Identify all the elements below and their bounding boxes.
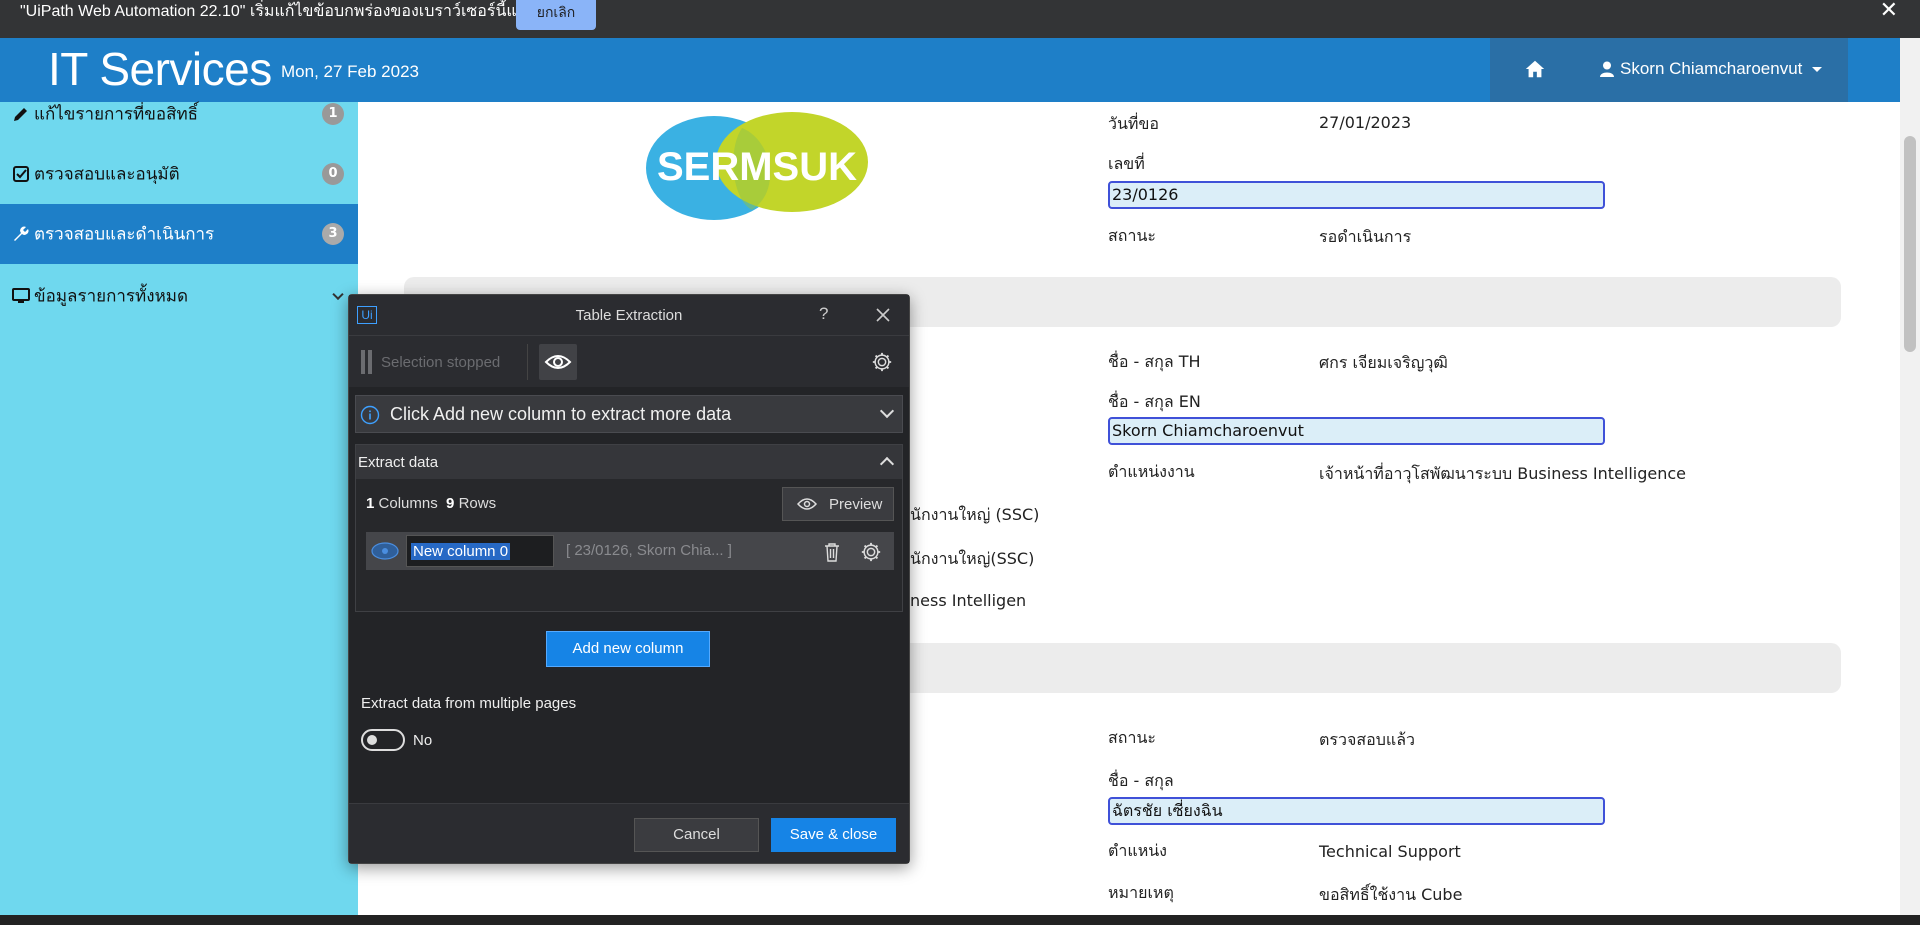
- multi-pages-toggle[interactable]: [361, 729, 405, 751]
- multi-pages-label: Extract data from multiple pages: [361, 695, 577, 712]
- approver-position-label: ตำแหน่ง: [1108, 841, 1167, 860]
- dialog-footer: Cancel Save & close: [349, 803, 909, 863]
- toggle-knob: [367, 735, 377, 745]
- user-menu[interactable]: Skorn Chiamcharoenvut: [1600, 59, 1823, 79]
- name-en-field[interactable]: Skorn Chiamcharoenvut: [1108, 417, 1605, 445]
- column-preview: [ 23/0126, Skorn Chia... ]: [566, 542, 732, 559]
- chevron-up-icon[interactable]: [879, 456, 895, 472]
- trash-icon[interactable]: [822, 541, 842, 563]
- department-text: นักงานใหญ่ (SSC): [910, 505, 1040, 524]
- notification-cancel-button[interactable]: ยกเลิก: [516, 0, 596, 30]
- gear-icon[interactable]: [871, 351, 893, 373]
- rows-count: 9: [446, 495, 455, 512]
- sidebar-item-label: ข้อมูลรายการทั้งหมด: [34, 286, 189, 307]
- pencil-icon: [14, 108, 27, 121]
- sidebar-item-label: ตรวจสอบและอนุมัติ: [34, 164, 180, 185]
- info-text: Click Add new column to extract more dat…: [390, 404, 732, 424]
- monitor-icon: [12, 288, 30, 303]
- sidebar: แก้ไขรายการที่ขอสิทธิ์ 1 ตรวจสอบและอนุมั…: [0, 102, 358, 915]
- request-date-label: วันที่ขอ: [1108, 114, 1160, 133]
- wrench-icon: [14, 226, 29, 241]
- gear-icon[interactable]: [860, 541, 882, 563]
- team-text: ness Intelligen: [910, 591, 1027, 610]
- approver-position-value: Technical Support: [1319, 842, 1461, 861]
- info-icon: [360, 405, 380, 425]
- sidebar-badge: 1: [322, 103, 344, 125]
- bottom-bar: [0, 915, 1920, 925]
- position-value: เจ้าหน้าที่อาวุโสพัฒนาระบบ Business Inte…: [1319, 464, 1687, 483]
- close-icon[interactable]: ✕: [1880, 0, 1898, 22]
- notification-text: "UiPath Web Automation 22.10" เริ่มแก้ไข…: [20, 3, 536, 20]
- close-icon[interactable]: [873, 305, 893, 325]
- columns-rows-count: 1 Columns 9 Rows: [366, 495, 496, 512]
- dialog-toolbar: Selection stopped: [349, 335, 909, 387]
- sidebar-item-all-requests[interactable]: ข้อมูลรายการทั้งหมด: [0, 266, 358, 326]
- approver-status-value: ตรวจสอบแล้ว: [1319, 730, 1415, 749]
- cancel-button[interactable]: Cancel: [634, 818, 759, 852]
- table-extraction-dialog: Ui Table Extraction ? Selection stopped: [348, 294, 910, 864]
- header-nav: Skorn Chiamcharoenvut: [1490, 38, 1848, 102]
- user-icon: [1600, 61, 1614, 77]
- vertical-scrollbar[interactable]: [1900, 38, 1920, 915]
- extract-data-panel: Extract data 1 Columns 9 Rows Preview Ne…: [355, 444, 903, 612]
- columns-word: Columns: [378, 495, 438, 512]
- name-th-value: ศกร เจียมเจริญวุฒิ: [1319, 353, 1448, 372]
- request-date-value: 27/01/2023: [1319, 113, 1412, 132]
- sidebar-item-label: แก้ไขรายการที่ขอสิทธิ์: [34, 104, 199, 125]
- pause-icon[interactable]: [361, 350, 373, 374]
- approver-status-label: สถานะ: [1108, 728, 1156, 747]
- save-close-button[interactable]: Save & close: [771, 818, 896, 852]
- eye-icon: [544, 355, 572, 369]
- svg-text:SERMSUK: SERMSUK: [657, 145, 857, 189]
- column-name-value: New column 0: [411, 543, 511, 560]
- note-label: หมายเหตุ: [1108, 883, 1174, 902]
- name-en-label: ชื่อ - สกุล EN: [1108, 392, 1201, 411]
- sidebar-item-edit-requests[interactable]: แก้ไขรายการที่ขอสิทธิ์ 1: [0, 84, 358, 144]
- dialog-titlebar[interactable]: Ui Table Extraction ?: [349, 295, 909, 335]
- preview-label: Preview: [829, 496, 883, 513]
- approver-name-label: ชื่อ - สกุล: [1108, 771, 1174, 790]
- request-status-value: รอดำเนินการ: [1319, 227, 1412, 246]
- sidebar-item-review-approve[interactable]: ตรวจสอบและอนุมัติ 0: [0, 144, 358, 204]
- home-icon[interactable]: [1524, 58, 1546, 80]
- column-row: New column 0 [ 23/0126, Skorn Chia... ]: [366, 532, 894, 570]
- name-th-label: ชื่อ - สกุล TH: [1108, 352, 1201, 371]
- office-text: นักงานใหญ่(SSC): [910, 549, 1035, 568]
- header-date: Mon, 27 Feb 2023: [281, 62, 419, 81]
- request-number-label: เลขที่: [1108, 154, 1145, 173]
- columns-count: 1: [366, 495, 375, 512]
- request-status-label: สถานะ: [1108, 226, 1156, 245]
- eye-icon[interactable]: [370, 541, 400, 561]
- sidebar-badge: 3: [322, 223, 344, 245]
- browser-notification-bar: "UiPath Web Automation 22.10" เริ่มแก้ไข…: [0, 0, 1920, 38]
- add-new-column-button[interactable]: Add new column: [546, 631, 710, 667]
- help-icon[interactable]: ?: [819, 304, 828, 324]
- note-value: ขอสิทธิ์ใช้งาน Cube: [1319, 885, 1463, 904]
- chevron-down-icon: [332, 288, 344, 301]
- column-name-input[interactable]: New column 0: [406, 535, 554, 567]
- extract-data-header[interactable]: Extract data: [356, 445, 902, 479]
- multi-pages-value: No: [413, 732, 433, 749]
- extract-data-title: Extract data: [358, 454, 439, 471]
- request-number-field[interactable]: 23/0126: [1108, 181, 1605, 209]
- sidebar-badge: 0: [322, 163, 344, 185]
- approver-name-field[interactable]: ฉัตรชัย เซี่ยงฉิน: [1108, 797, 1605, 825]
- sidebar-item-label: ตรวจสอบและดำเนินการ: [34, 224, 215, 245]
- scrollbar-thumb[interactable]: [1904, 136, 1916, 352]
- chevron-down-icon[interactable]: [879, 403, 895, 419]
- toolbar-divider: [527, 344, 528, 380]
- check-square-icon: [13, 166, 29, 182]
- sidebar-item-review-process[interactable]: ตรวจสอบและดำเนินการ 3: [0, 204, 358, 264]
- company-logo: SERMSUK: [646, 112, 868, 220]
- rows-word: Rows: [458, 495, 497, 512]
- highlight-toggle-button[interactable]: [539, 344, 577, 380]
- preview-button[interactable]: Preview: [782, 487, 894, 521]
- user-name: Skorn Chiamcharoenvut: [1620, 59, 1803, 78]
- eye-icon: [797, 498, 817, 510]
- selection-status: Selection stopped: [381, 354, 501, 371]
- info-banner[interactable]: Click Add new column to extract more dat…: [355, 395, 903, 433]
- position-label: ตำแหน่งงาน: [1108, 462, 1195, 481]
- chevron-down-icon: [1812, 66, 1823, 72]
